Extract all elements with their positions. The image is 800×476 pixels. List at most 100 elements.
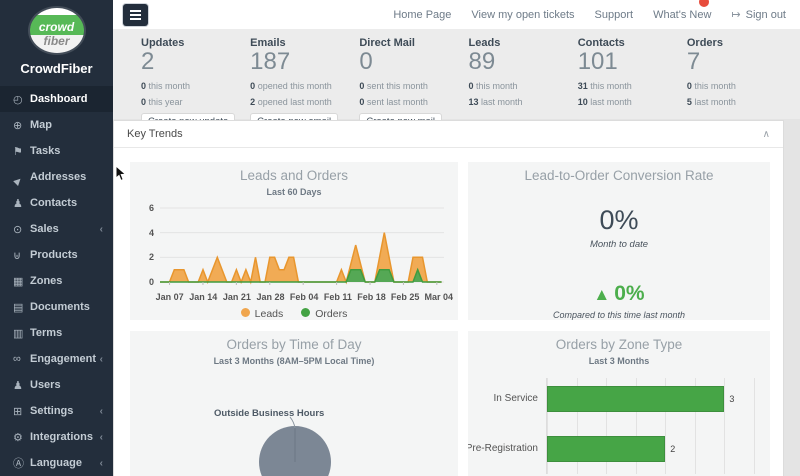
- sidebar-item-dashboard[interactable]: ◴Dashboard: [0, 86, 113, 112]
- sidebar-item-settings[interactable]: ⊞Settings‹: [0, 398, 113, 424]
- stat-subline-number: 0: [141, 97, 146, 107]
- documents-icon: ▤: [13, 301, 30, 314]
- stat-subline-number: 31: [578, 81, 588, 91]
- legend-item-leads: Leads: [241, 308, 284, 320]
- sidebar-item-engagement[interactable]: ∞Engagement‹: [0, 346, 113, 372]
- x-tick-label: Jan 28: [257, 292, 285, 302]
- bar-value-label: 3: [729, 386, 734, 412]
- nav-link-label: View my open tickets: [471, 9, 574, 21]
- zone-type-title: Orders by Zone Type: [468, 337, 770, 352]
- menu-toggle-button[interactable]: [123, 4, 148, 26]
- conversion-title: Lead-to-Order Conversion Rate: [468, 168, 770, 183]
- nav-link-sign-out[interactable]: ↦ Sign out: [731, 8, 786, 21]
- conversion-caption: Month to date: [468, 239, 770, 250]
- stat-subline-number: 0: [469, 81, 474, 91]
- stat-subline: 0 this year: [141, 97, 250, 107]
- bar-chart-plot[interactable]: 32: [546, 378, 754, 474]
- time-of-day-subtitle: Last 3 Months (8AM–5PM Local Time): [130, 356, 458, 366]
- y-tick-label: 2: [149, 252, 154, 262]
- sidebar-item-terms[interactable]: ▥Terms: [0, 320, 113, 346]
- stat-subline: 2 opened last month: [250, 97, 359, 107]
- x-tick-label: Jan 21: [223, 292, 251, 302]
- conversion-value: 0%: [468, 205, 770, 236]
- sidebar-item-documents[interactable]: ▤Documents: [0, 294, 113, 320]
- x-tick-label: Feb 04: [290, 292, 319, 302]
- stat-label: Updates: [141, 37, 250, 49]
- engagement-icon: ∞: [13, 353, 30, 365]
- sidebar-item-label: Settings: [30, 405, 100, 417]
- sidebar-item-sales[interactable]: ⊙Sales‹: [0, 216, 113, 242]
- y-tick-label: 4: [149, 228, 154, 238]
- stat-subline-number: 5: [687, 97, 692, 107]
- sidebar-item-label: Products: [30, 249, 103, 261]
- grid-line: [754, 378, 755, 474]
- x-tick-label: Feb 18: [357, 292, 386, 302]
- contacts-icon: ♟: [13, 197, 30, 210]
- stat-card-leads: Leads890 this month13 last month: [469, 37, 578, 119]
- nav-link-view-my-open-tickets[interactable]: View my open tickets: [471, 9, 574, 21]
- sidebar-item-tasks[interactable]: ⚑Tasks: [0, 138, 113, 164]
- top-nav: Home Page View my open tickets Support What…: [393, 8, 786, 21]
- stat-subline-number: 13: [469, 97, 479, 107]
- hamburger-icon: [130, 10, 141, 12]
- nav-link-label: Sign out: [746, 9, 786, 21]
- key-trends-card: Key Trends ∧ Leads and Orders Last 60 Da…: [113, 120, 784, 476]
- chevron-collapsed-icon: ‹: [100, 432, 103, 443]
- sidebar-item-products[interactable]: ⊎Products: [0, 242, 113, 268]
- y-tick-label: 0: [149, 277, 154, 287]
- nav-link-label: Home Page: [393, 9, 451, 21]
- bar-in-service[interactable]: [547, 386, 724, 412]
- sidebar-item-contacts[interactable]: ♟Contacts: [0, 190, 113, 216]
- sidebar-item-label: Map: [30, 119, 103, 131]
- bar-category-labels: In ServicePre-Registration: [468, 378, 546, 474]
- sidebar-item-addresses[interactable]: ▶Addresses: [0, 164, 113, 190]
- conversion-rate-panel: Lead-to-Order Conversion Rate 0% Month t…: [468, 162, 770, 320]
- area-chart-plot[interactable]: [160, 205, 446, 290]
- sidebar-item-label: Addresses: [30, 171, 103, 183]
- stat-subline: 0 sent last month: [359, 97, 468, 107]
- nav-link-what-s-new[interactable]: What's New: [653, 9, 711, 21]
- x-tick-label: Feb 11: [324, 292, 352, 302]
- leads-orders-svg: [160, 205, 444, 285]
- addresses-icon: ▶: [12, 167, 32, 187]
- stat-value: 0: [359, 49, 468, 75]
- key-trends-body: Leads and Orders Last 60 Days 0246 Jan 0…: [114, 148, 783, 476]
- stat-value: 2: [141, 49, 250, 75]
- chevron-collapsed-icon: ‹: [100, 354, 103, 365]
- sidebar-item-language[interactable]: ⒶLanguage‹: [0, 450, 113, 476]
- chevron-collapsed-icon: ‹: [100, 224, 103, 235]
- grid-line: [724, 378, 725, 474]
- brand-name: CrowdFiber: [0, 61, 113, 76]
- sidebar-item-label: Integrations: [30, 431, 100, 443]
- nav-link-home-page[interactable]: Home Page: [393, 9, 451, 21]
- sidebar-item-label: Dashboard: [30, 93, 103, 105]
- sidebar-item-label: Tasks: [30, 145, 103, 157]
- sidebar-item-zones[interactable]: ▦Zones: [0, 268, 113, 294]
- sidebar-item-label: Zones: [30, 275, 103, 287]
- sidebar-item-label: Contacts: [30, 197, 103, 209]
- sign-out-icon: ↦: [731, 8, 740, 21]
- time-of-day-panel: Orders by Time of Day Last 3 Months (8AM…: [130, 331, 458, 476]
- pie-circle: [259, 426, 331, 476]
- sidebar-item-users[interactable]: ♟Users: [0, 372, 113, 398]
- collapse-chevron-icon[interactable]: ∧: [763, 129, 770, 140]
- x-tick-label: Jan 14: [189, 292, 217, 302]
- nav-link-support[interactable]: Support: [595, 9, 634, 21]
- sidebar-item-label: Users: [30, 379, 103, 391]
- crowdfiber-logo[interactable]: crowd fiber: [30, 8, 84, 53]
- pie-chart[interactable]: Outside Business Hours During Business H…: [130, 370, 458, 476]
- x-tick-label: Feb 25: [391, 292, 420, 302]
- key-trends-header: Key Trends ∧: [114, 121, 783, 148]
- stat-subline-number: 2: [250, 97, 255, 107]
- sidebar-item-map[interactable]: ⊕Map: [0, 112, 113, 138]
- stat-subline: 0 this month: [687, 81, 796, 91]
- logo-text-bottom: fiber: [43, 34, 69, 48]
- bar-pre-registration[interactable]: [547, 436, 665, 462]
- stat-subline: 0 this month: [141, 81, 250, 91]
- sidebar-item-integrations[interactable]: ⚙Integrations‹: [0, 424, 113, 450]
- chevron-collapsed-icon: ‹: [100, 406, 103, 417]
- products-icon: ⊎: [13, 249, 30, 262]
- stat-subline: 0 this month: [469, 81, 578, 91]
- sidebar: crowd fiber CrowdFiber ◴Dashboard⊕Map⚑Ta…: [0, 0, 113, 476]
- bar-category-label: In Service: [494, 393, 538, 404]
